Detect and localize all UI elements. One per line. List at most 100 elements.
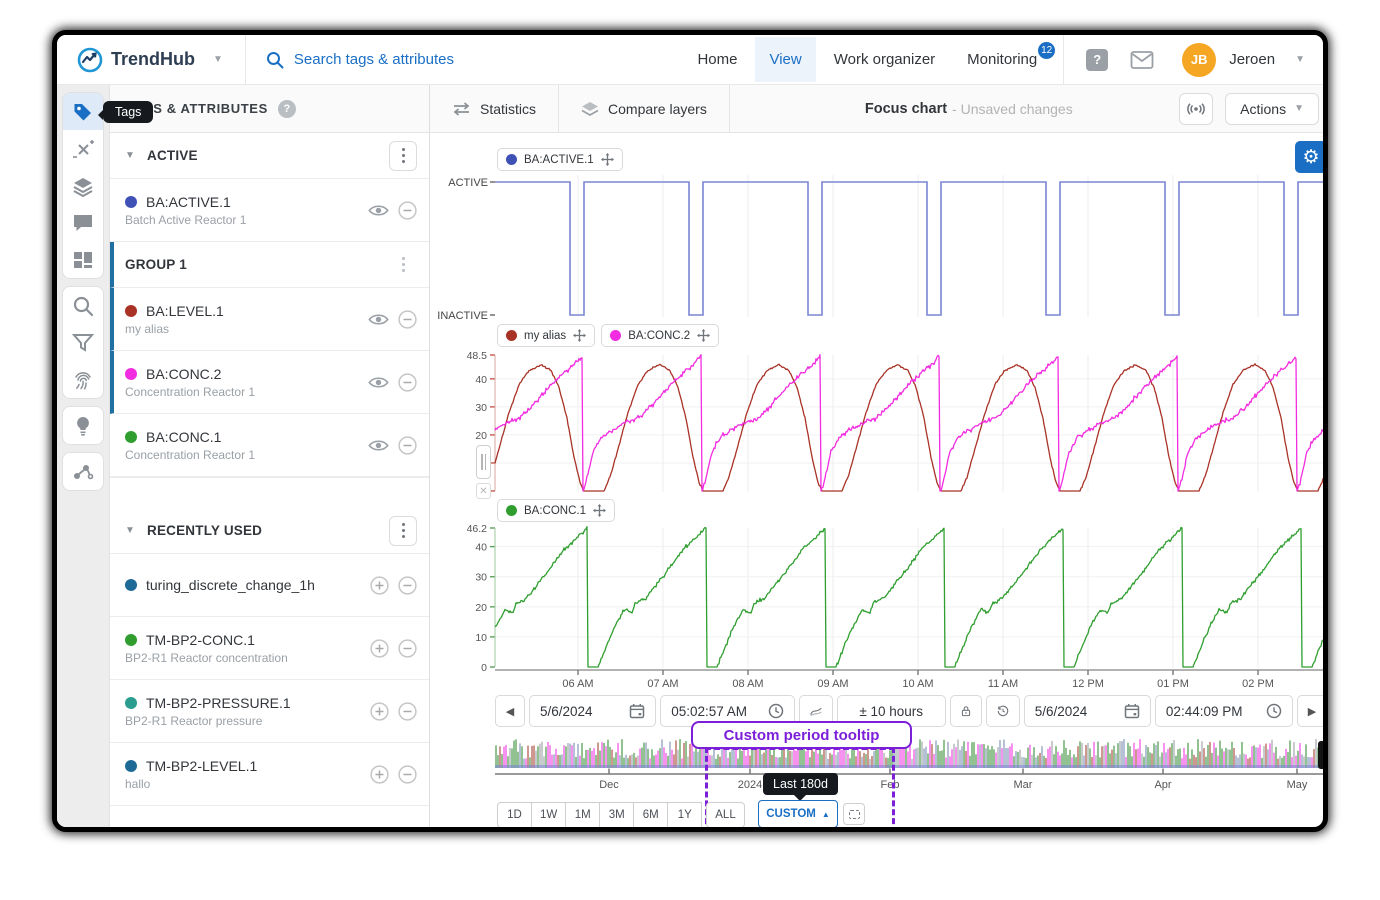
rail-item-layers[interactable] bbox=[63, 167, 103, 204]
tag-row-tm-bp2-conc-1[interactable]: TM-BP2-CONC.1BP2-R1 Reactor concentratio… bbox=[110, 617, 429, 680]
statistics-button[interactable]: Statistics bbox=[430, 85, 558, 132]
tag-color-dot bbox=[125, 305, 137, 317]
svg-text:02 PM: 02 PM bbox=[1242, 678, 1274, 690]
avatar[interactable]: JB bbox=[1182, 43, 1216, 77]
tags-panel: TAGS & ATTRIBUTES ? ▼ACTIVEBA:ACTIVE.1Ba… bbox=[110, 85, 430, 832]
section-menu-button[interactable] bbox=[389, 141, 417, 171]
section-menu-button[interactable] bbox=[389, 516, 417, 546]
tag-row-turing-discrete-change-1h[interactable]: turing_discrete_change_1h bbox=[110, 554, 429, 617]
rail-item-search[interactable] bbox=[63, 287, 103, 324]
end-date-field[interactable]: 5/6/2024 bbox=[1024, 695, 1151, 727]
broadcast-button[interactable] bbox=[1179, 93, 1213, 125]
actions-button[interactable]: Actions▼ bbox=[1225, 93, 1319, 125]
remove-icon[interactable] bbox=[398, 201, 417, 220]
search-icon bbox=[71, 294, 95, 318]
history-button[interactable] bbox=[986, 695, 1020, 727]
section-header-recently-used[interactable]: ▼RECENTLY USED bbox=[110, 508, 429, 554]
custom-period-button[interactable]: CUSTOM▲ bbox=[758, 800, 838, 828]
svg-text:0: 0 bbox=[481, 662, 487, 674]
select-period-button[interactable] bbox=[843, 803, 865, 825]
pan-left-button[interactable]: ◀ bbox=[495, 695, 525, 727]
nav-item-view[interactable]: View bbox=[755, 37, 815, 82]
legend-chip-ba-active-1[interactable]: BA:ACTIVE.1 bbox=[497, 148, 623, 171]
period-button-1d[interactable]: 1D bbox=[497, 802, 532, 828]
add-icon[interactable] bbox=[370, 639, 389, 658]
panel-resizer-handle[interactable] bbox=[476, 445, 491, 479]
broadcast-icon bbox=[1187, 103, 1205, 115]
period-button-1w[interactable]: 1W bbox=[531, 802, 566, 828]
nav-item-monitoring[interactable]: Monitoring 12 bbox=[953, 37, 1051, 82]
move-icon[interactable] bbox=[601, 153, 614, 166]
logo[interactable]: TrendHub ▼ bbox=[57, 47, 223, 73]
mail-icon[interactable] bbox=[1130, 50, 1154, 70]
eye-icon[interactable] bbox=[368, 203, 389, 218]
remove-icon[interactable] bbox=[398, 702, 417, 721]
tag-row-ba-active-1[interactable]: BA:ACTIVE.1Batch Active Reactor 1 bbox=[110, 179, 429, 242]
period-button-1m[interactable]: 1M bbox=[565, 802, 600, 828]
lock-duration-button[interactable] bbox=[950, 695, 982, 727]
rail-item-filter[interactable] bbox=[63, 324, 103, 361]
section-header-group-1[interactable]: GROUP 1 bbox=[110, 242, 429, 288]
chevron-down-icon[interactable]: ▼ bbox=[125, 525, 147, 536]
section-menu-button[interactable] bbox=[389, 250, 417, 280]
compare-layers-button[interactable]: Compare layers bbox=[559, 85, 729, 132]
rail-item-tags[interactable] bbox=[63, 93, 103, 130]
nav-item-home[interactable]: Home bbox=[683, 37, 751, 82]
eye-icon[interactable] bbox=[368, 312, 389, 327]
period-button-1y[interactable]: 1Y bbox=[667, 802, 702, 828]
tag-row-ba-conc-2[interactable]: BA:CONC.2Concentration Reactor 1 bbox=[110, 351, 429, 414]
svg-text:01 PM: 01 PM bbox=[1157, 678, 1189, 690]
svg-text:10 AM: 10 AM bbox=[902, 678, 933, 690]
rail-item-comments[interactable] bbox=[63, 204, 103, 241]
help-icon[interactable]: ? bbox=[1086, 49, 1108, 71]
remove-icon[interactable] bbox=[398, 310, 417, 329]
eye-icon[interactable] bbox=[368, 438, 389, 453]
end-time-field[interactable]: 02:44:09 PM bbox=[1155, 695, 1293, 727]
remove-icon[interactable] bbox=[398, 639, 417, 658]
start-date-field[interactable]: 5/6/2024 bbox=[529, 695, 656, 727]
legend-chip-my-alias[interactable]: my alias bbox=[497, 324, 595, 347]
section-header-active[interactable]: ▼ACTIVE bbox=[110, 133, 429, 179]
move-icon[interactable] bbox=[573, 329, 586, 342]
remove-icon[interactable] bbox=[398, 373, 417, 392]
remove-icon[interactable] bbox=[398, 765, 417, 784]
dashed-frame-icon bbox=[849, 810, 860, 819]
rail-item-dashboard[interactable] bbox=[63, 241, 103, 278]
add-icon[interactable] bbox=[370, 765, 389, 784]
series-color-dot bbox=[506, 505, 517, 516]
move-icon[interactable] bbox=[697, 329, 710, 342]
rail-item-recommendations[interactable] bbox=[63, 407, 103, 444]
add-icon[interactable] bbox=[370, 702, 389, 721]
pan-right-button[interactable]: ▶ bbox=[1297, 695, 1327, 727]
legend-chip-ba-conc-2[interactable]: BA:CONC.2 bbox=[601, 324, 719, 347]
user-chevron-down-icon[interactable]: ▼ bbox=[1295, 54, 1305, 65]
search-input[interactable]: Search tags & attributes bbox=[246, 51, 684, 69]
trendhub-logo-icon bbox=[77, 47, 103, 73]
period-button-6m[interactable]: 6M bbox=[633, 802, 668, 828]
rail-item-fingerprint[interactable] bbox=[63, 361, 103, 398]
tag-row-tm-bp2-level-1[interactable]: TM-BP2-LEVEL.1hallo bbox=[110, 743, 429, 806]
tag-row-ba-level-1[interactable]: BA:LEVEL.1my alias bbox=[110, 288, 429, 351]
chart-settings-button[interactable]: ⚙ bbox=[1295, 141, 1327, 173]
remove-icon[interactable] bbox=[398, 576, 417, 595]
logo-chevron-down-icon[interactable]: ▼ bbox=[213, 54, 223, 65]
period-button-3m[interactable]: 3M bbox=[599, 802, 634, 828]
panel-collapse-button[interactable]: ✕ bbox=[476, 483, 491, 499]
svg-text:48.5: 48.5 bbox=[467, 350, 488, 362]
context-bar-drag-handle[interactable] bbox=[1318, 741, 1328, 769]
calendar-icon bbox=[629, 703, 645, 719]
rail-item-context[interactable] bbox=[63, 453, 103, 490]
period-button-all[interactable]: ALL bbox=[706, 802, 744, 828]
tag-row-actions bbox=[370, 765, 417, 784]
remove-icon[interactable] bbox=[398, 436, 417, 455]
add-icon[interactable] bbox=[370, 576, 389, 595]
rail-item-formulas[interactable] bbox=[63, 130, 103, 167]
move-icon[interactable] bbox=[593, 504, 606, 517]
nav-item-work-organizer[interactable]: Work organizer bbox=[820, 37, 949, 82]
tag-row-tm-bp2-pressure-1[interactable]: TM-BP2-PRESSURE.1BP2-R1 Reactor pressure bbox=[110, 680, 429, 743]
eye-icon[interactable] bbox=[368, 375, 389, 390]
tag-row-ba-conc-1[interactable]: BA:CONC.1Concentration Reactor 1 bbox=[110, 414, 429, 477]
panel-help-icon[interactable]: ? bbox=[278, 100, 296, 118]
chevron-down-icon[interactable]: ▼ bbox=[125, 150, 147, 161]
legend-chip-ba-conc-1[interactable]: BA:CONC.1 bbox=[497, 499, 615, 522]
